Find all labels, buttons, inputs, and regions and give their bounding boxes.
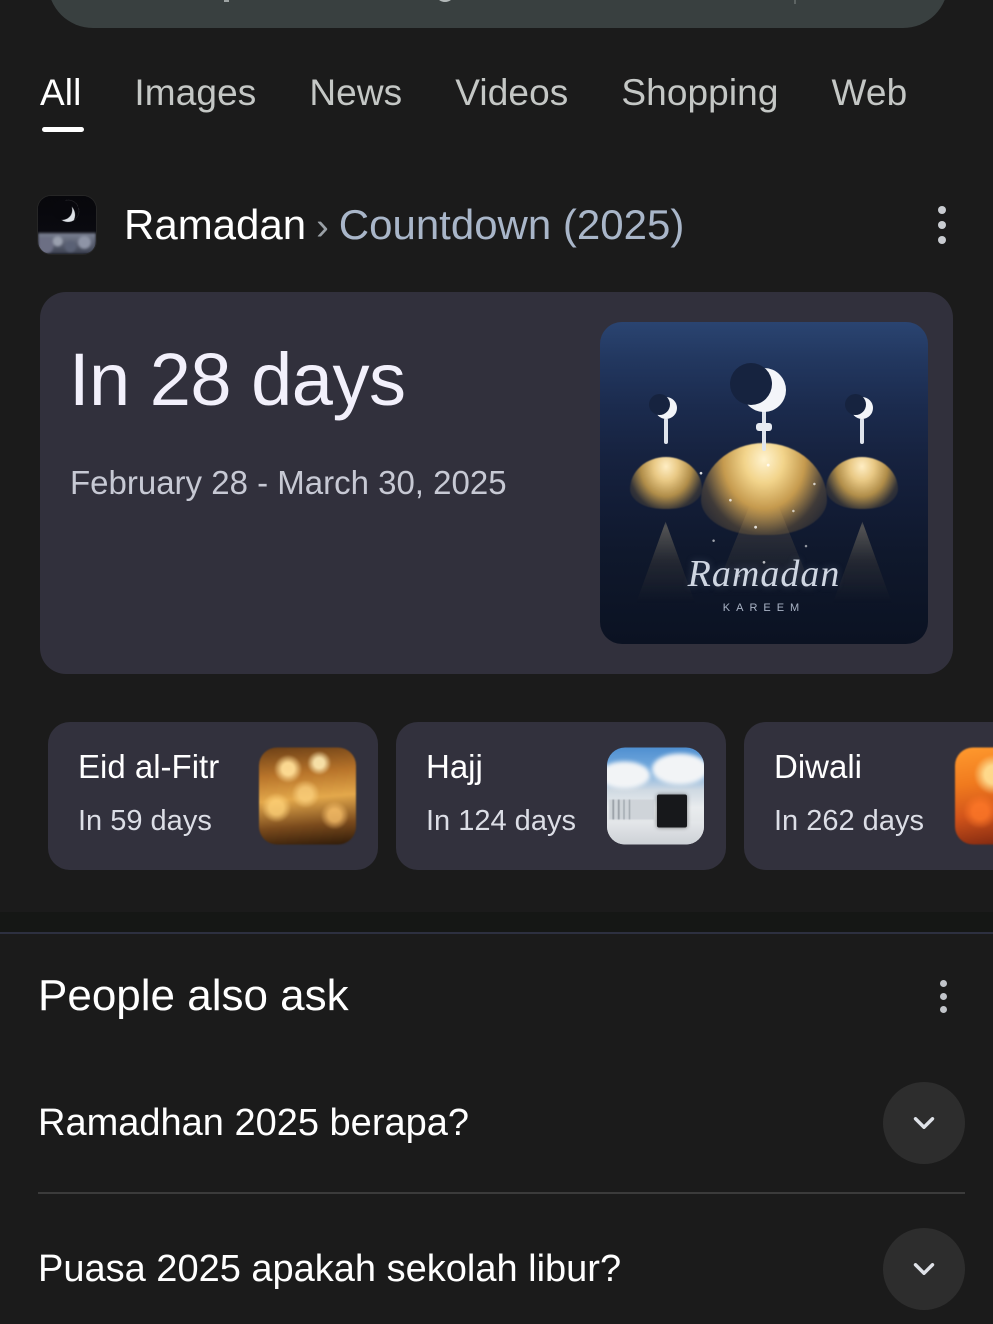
section-separator: [0, 912, 993, 932]
search-text-cursor: [224, 0, 229, 2]
cloud: [651, 753, 704, 785]
people-also-ask-header: People also ask: [38, 970, 965, 1022]
tab-all-label: All: [40, 72, 82, 113]
chevron-down-icon[interactable]: [883, 1228, 965, 1310]
related-event-chip[interactable]: Diwali In 262 days: [744, 722, 993, 870]
kebab-dot: [938, 236, 946, 244]
illustration-subtitle: KAREEM: [722, 602, 806, 614]
tab-shopping-label: Shopping: [621, 72, 779, 113]
more-vert-icon[interactable]: [921, 970, 965, 1022]
crescent-moon-icon-center: [730, 363, 786, 413]
people-also-ask-item[interactable]: Puasa 2025 apakah sekolah libur?: [38, 1196, 965, 1324]
breadcrumb-separator-icon: ›: [316, 206, 329, 248]
spire-right: [860, 418, 865, 445]
kaaba-cube: [657, 794, 687, 828]
related-event-chip[interactable]: Eid al-Fitr In 59 days: [48, 722, 378, 870]
eid-lights-photo-icon: [259, 747, 356, 845]
countdown-daterange: February 28 - March 30, 2025: [70, 464, 507, 501]
breadcrumb-secondary[interactable]: Countdown (2025): [339, 201, 685, 248]
kebab-dot: [938, 206, 946, 214]
more-vert-icon[interactable]: [919, 197, 965, 253]
chevron-down-icon[interactable]: [883, 1082, 965, 1164]
breadcrumb-primary[interactable]: Ramadan: [124, 201, 306, 248]
tab-videos[interactable]: Videos: [455, 62, 568, 114]
illustration-title: Ramadan: [687, 553, 841, 595]
countdown-card[interactable]: In 28 days February 28 - March 30, 2025 …: [40, 292, 953, 674]
tab-news[interactable]: News: [309, 62, 402, 114]
people-also-ask-item[interactable]: Ramadhan 2025 berapa?: [38, 1050, 965, 1196]
tab-web[interactable]: Web: [832, 62, 908, 114]
related-event-chip[interactable]: Hajj In 124 days: [396, 722, 726, 870]
search-bar[interactable]: [48, 0, 948, 28]
question-text: Ramadhan 2025 berapa?: [38, 1101, 470, 1144]
ramadan-night-thumbnail-icon: [38, 196, 96, 254]
kebab-dot: [939, 992, 947, 1000]
countdown-headline: In 28 days: [69, 338, 406, 421]
list-divider: [38, 1192, 965, 1194]
question-text: Puasa 2025 apakah sekolah libur?: [38, 1247, 622, 1290]
chip-event-countdown: In 124 days: [426, 805, 576, 837]
chip-event-countdown: In 262 days: [774, 805, 924, 837]
search-tab-bar: All Images News Videos Shopping Web: [0, 62, 993, 152]
kebab-dot: [939, 979, 947, 987]
tab-all[interactable]: All: [40, 62, 84, 132]
tab-web-label: Web: [831, 72, 908, 113]
search-bar-divider: [794, 0, 796, 4]
spire-left: [663, 418, 668, 445]
ramadan-scene: Ramadan KAREEM: [600, 322, 928, 644]
crescent-moon-icon-left: [648, 393, 677, 419]
chip-event-countdown: In 59 days: [78, 805, 212, 837]
diwali-lamps-photo-icon: [955, 747, 993, 845]
tab-news-label: News: [309, 72, 403, 113]
breadcrumb: Ramadan › Countdown (2025): [0, 182, 993, 268]
mosque-colonnade: [608, 799, 654, 820]
kaaba-courtyard: [607, 821, 704, 845]
kebab-dot: [939, 1005, 947, 1013]
tab-images-label: Images: [134, 72, 257, 113]
ramadan-kareem-illustration[interactable]: Ramadan KAREEM: [600, 322, 928, 644]
thumbnail-photo-strip: [38, 233, 96, 254]
kebab-dot: [938, 221, 946, 229]
search-text-glyph: [436, 0, 454, 2]
people-also-ask-section: People also ask Ramadhan 2025 berapa? Pu…: [0, 934, 993, 1324]
section-title: People also ask: [38, 971, 349, 1020]
kaaba-photo-icon: [607, 747, 704, 845]
tab-shopping[interactable]: Shopping: [621, 62, 778, 114]
tab-images[interactable]: Images: [134, 62, 256, 114]
tab-videos-label: Videos: [455, 72, 569, 113]
search-results-page: All Images News Videos Shopping Web Rama…: [0, 0, 993, 1324]
crescent-moon-icon-right: [845, 393, 874, 419]
finial-center: [756, 423, 772, 432]
tab-active-indicator: [42, 127, 84, 132]
cloud: [607, 761, 650, 789]
related-events-carousel[interactable]: Eid al-Fitr In 59 days Hajj In 124 days …: [0, 722, 993, 870]
breadcrumb-text: Ramadan › Countdown (2025): [124, 201, 919, 249]
